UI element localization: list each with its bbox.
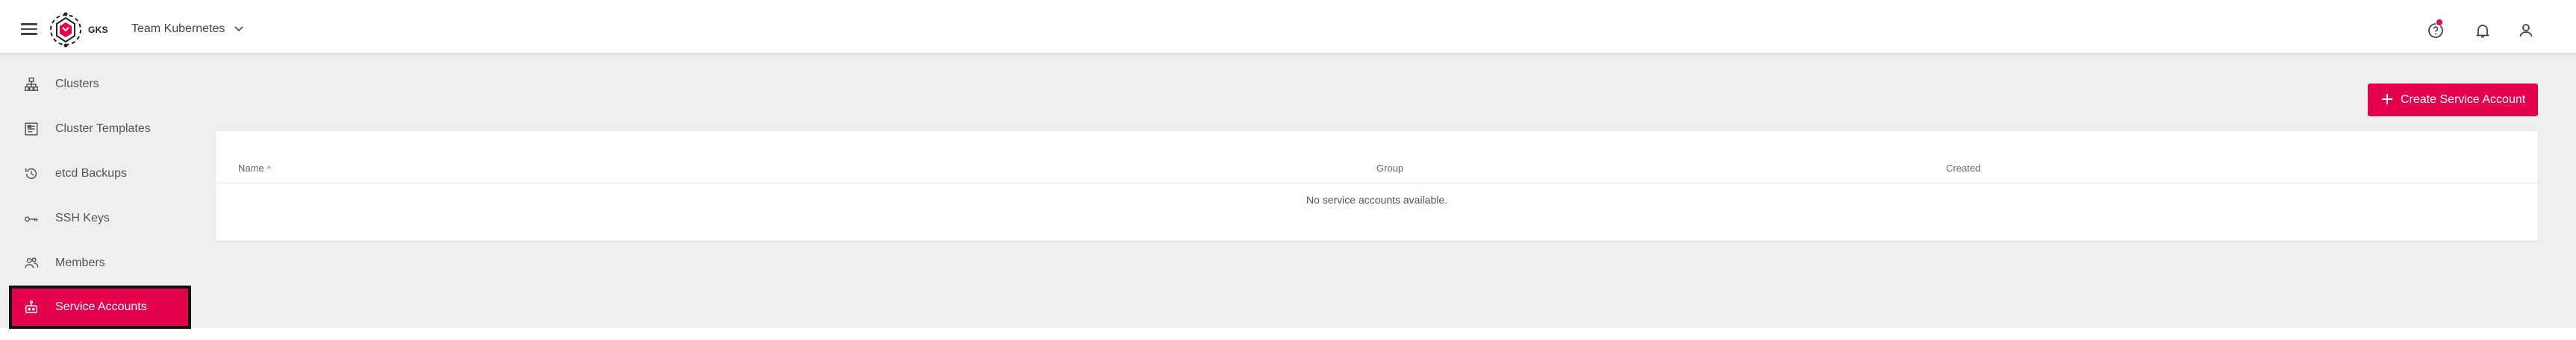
notification-badge (2436, 19, 2443, 26)
sidebar-item-label: Service Accounts (55, 300, 147, 313)
column-header-created: Created (1946, 163, 1980, 174)
project-selector[interactable]: Team Kubernetes (131, 21, 244, 37)
column-header-label: Name (238, 163, 264, 174)
sidebar-item-ssh-keys[interactable]: SSH Keys (12, 199, 188, 238)
service-accounts-table: Name ^ Group Created No service accounts … (216, 131, 2538, 241)
column-header-group: Group (1376, 163, 1403, 174)
sidebar-item-label: Cluster Templates (55, 122, 151, 135)
create-button-label: Create Service Account (2401, 93, 2526, 106)
sidebar-item-label: Clusters (55, 78, 99, 90)
sidebar-item-members[interactable]: Members (12, 244, 188, 283)
column-header-label: Group (1376, 163, 1404, 174)
empty-table-message: No service accounts available. (1306, 194, 1448, 206)
template-icon (22, 120, 40, 138)
robot-icon (22, 298, 40, 316)
help-icon[interactable] (2427, 19, 2445, 40)
gks-logo-icon[interactable] (46, 10, 85, 49)
sidebar-item-label: SSH Keys (55, 212, 110, 224)
sidebar-item-service-accounts[interactable]: Service Accounts (9, 286, 191, 329)
key-icon (22, 210, 40, 227)
plus-icon (2382, 94, 2392, 104)
hamburger-menu-icon[interactable] (21, 20, 42, 35)
restore-icon (22, 165, 40, 183)
footer-strip (0, 328, 2576, 340)
user-icon[interactable] (2517, 22, 2535, 40)
sidebar-item-label: etcd Backups (55, 167, 128, 180)
sidebar-item-cluster-templates[interactable]: Cluster Templates (12, 110, 188, 148)
chevron-down-icon (234, 26, 244, 32)
logo-text: GKS (88, 25, 108, 35)
top-bar: GKS Team Kubernetes (0, 0, 2576, 54)
bell-icon[interactable] (2474, 22, 2492, 40)
cluster-icon (22, 75, 40, 93)
column-header-name[interactable]: Name ^ (238, 163, 271, 174)
project-name: Team Kubernetes (131, 22, 225, 35)
arrow-up-icon: ^ (266, 165, 271, 174)
column-header-label: Created (1946, 163, 1981, 174)
sidebar-item-etcd-backups[interactable]: etcd Backups (12, 154, 188, 193)
create-service-account-button[interactable]: Create Service Account (2368, 84, 2538, 116)
sidebar-item-label: Members (55, 256, 105, 269)
members-icon (22, 254, 40, 272)
sidebar-item-clusters[interactable]: Clusters (12, 65, 188, 104)
